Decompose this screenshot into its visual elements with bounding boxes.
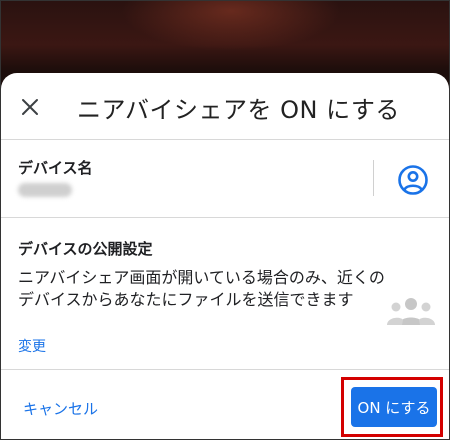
nearby-share-dialog: ニアバイシェアを ON にする デバイス名 デバイスの公開設定 ニアバイシェア画…: [1, 73, 449, 439]
account-circle-icon[interactable]: [397, 164, 429, 196]
visibility-label: デバイスの公開設定: [18, 240, 153, 258]
cancel-button[interactable]: キャンセル: [23, 398, 98, 419]
section-divider: [1, 217, 449, 218]
turn-on-button[interactable]: ON にする: [351, 387, 437, 427]
visibility-description: ニアバイシェア画面が開いている場合のみ、近くのデバイスからあなたにファイルを送信…: [18, 268, 385, 309]
dialog-header: ニアバイシェアを ON にする: [1, 73, 449, 139]
device-name-value-blurred: [18, 183, 72, 197]
header-divider: [1, 139, 449, 140]
vertical-divider: [373, 160, 374, 196]
close-button[interactable]: [15, 92, 45, 122]
close-icon: [22, 99, 38, 115]
footer-divider: [1, 369, 449, 370]
device-name-label: デバイス名: [18, 159, 93, 177]
dialog-title: ニアバイシェアを ON にする: [77, 96, 400, 124]
change-visibility-link[interactable]: 変更: [18, 336, 46, 356]
screen: ニアバイシェアを ON にする デバイス名 デバイスの公開設定 ニアバイシェア画…: [0, 0, 450, 440]
background-wallpaper: [121, 1, 341, 51]
people-group-icon: [387, 298, 435, 325]
